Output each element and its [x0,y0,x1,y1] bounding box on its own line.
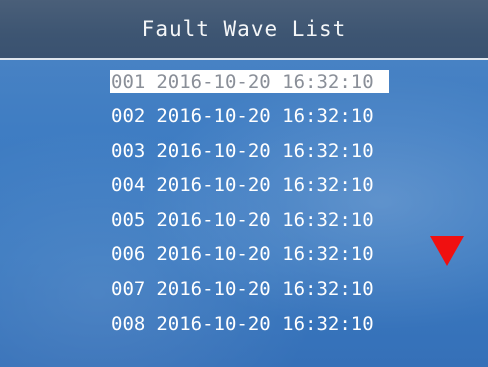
record-index: 007 [111,278,146,301]
list-item[interactable]: 004 2016-10-20 16:32:10 [110,174,400,197]
record-timestamp: 2016-10-20 16:32:10 [156,70,374,93]
list-item[interactable]: 003 2016-10-20 16:32:10 [110,139,400,162]
record-index: 008 [111,312,146,335]
record-index: 001 [111,70,146,93]
record-index: 004 [111,174,146,197]
list-item[interactable]: 001 2016-10-20 16:32:10 [110,70,389,93]
list-item[interactable]: 005 2016-10-20 16:32:10 [110,208,400,231]
record-index: 002 [111,105,146,128]
scroll-down-icon[interactable] [430,236,464,266]
list-item[interactable]: 008 2016-10-20 16:32:10 [110,312,400,335]
record-timestamp: 2016-10-20 16:32:10 [156,139,374,162]
record-timestamp: 2016-10-20 16:32:10 [156,312,374,335]
record-index: 003 [111,139,146,162]
record-index: 006 [111,243,146,266]
list-item[interactable]: 007 2016-10-20 16:32:10 [110,278,400,301]
record-index: 005 [111,208,146,231]
screen: Fault Wave List 001 2016-10-20 16:32:10 … [0,0,488,367]
title-bar: Fault Wave List [0,0,488,60]
fault-wave-list: 001 2016-10-20 16:32:10 002 2016-10-20 1… [110,70,400,347]
list-item[interactable]: 006 2016-10-20 16:32:10 [110,243,400,266]
record-timestamp: 2016-10-20 16:32:10 [156,243,374,266]
record-timestamp: 2016-10-20 16:32:10 [156,278,374,301]
record-timestamp: 2016-10-20 16:32:10 [156,174,374,197]
record-timestamp: 2016-10-20 16:32:10 [156,105,374,128]
list-item[interactable]: 002 2016-10-20 16:32:10 [110,105,400,128]
record-timestamp: 2016-10-20 16:32:10 [156,208,374,231]
page-title: Fault Wave List [141,17,347,41]
